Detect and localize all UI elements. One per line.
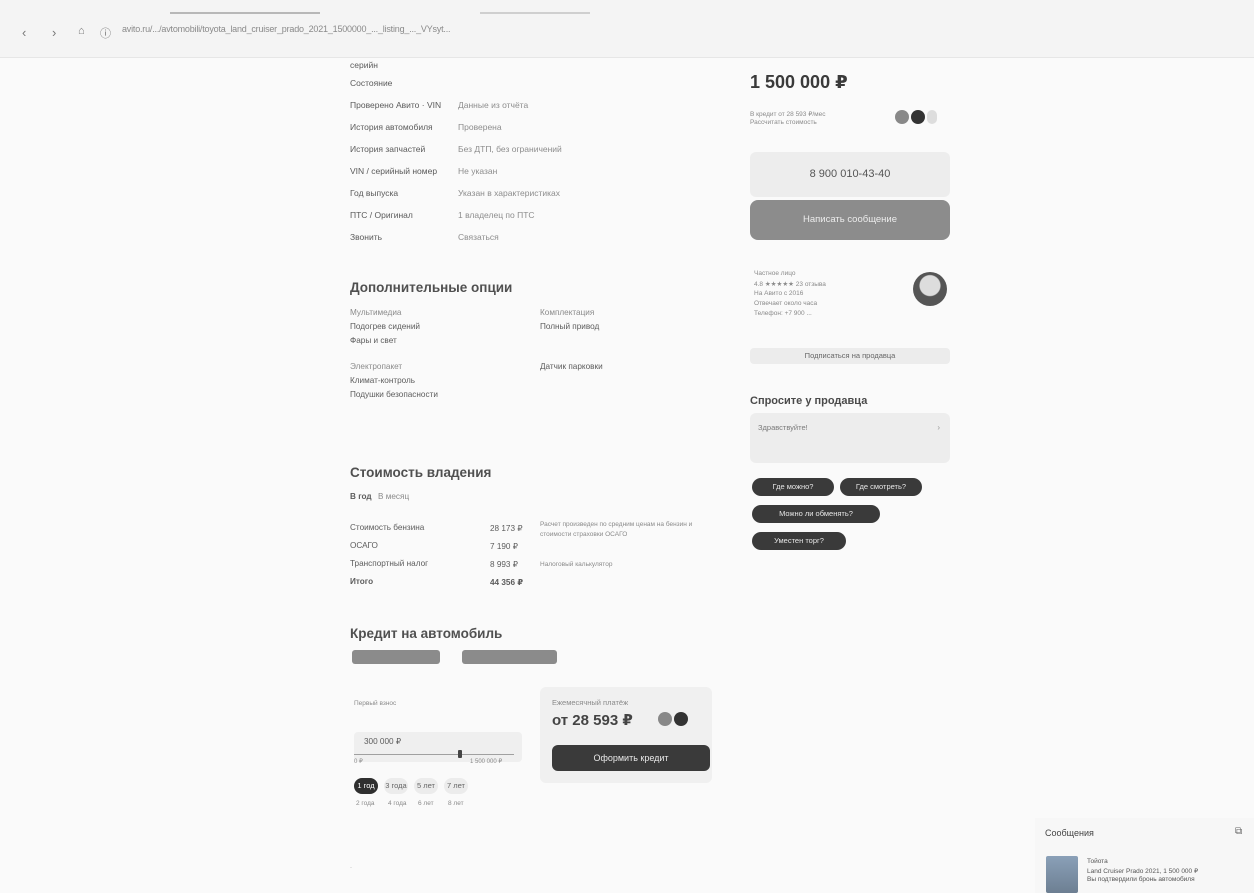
seller-card: Частное лицо 4.8 ★★★★★ 23 отзыва На Авит… (750, 260, 950, 370)
browser-toolbar: ‹ › ⌂ ⓘ avito.ru/.../avtomobili/toyota_l… (0, 0, 1254, 58)
spec-top-label: серийн (350, 60, 378, 70)
ownership-label: Итого (350, 577, 374, 586)
chat-title: Тойота (1087, 858, 1108, 865)
extra-col3-item: Комплектация (540, 308, 595, 317)
home-icon[interactable]: ⌂ (78, 25, 85, 37)
quick-question[interactable]: Можно ли обменять? (752, 505, 880, 523)
bank-logo-icon (911, 110, 925, 124)
ownership-value: 7 190 ₽ (490, 542, 518, 551)
forward-icon[interactable]: › (52, 25, 56, 40)
tax-calculator-link[interactable]: Налоговый калькулятор (540, 561, 612, 568)
ownership-label: Стоимость бензина (350, 523, 425, 532)
credit-offer-card: Ежемесячный платёж от 28 593 ₽ Оформить … (540, 687, 712, 783)
term-pill[interactable]: 1 год (354, 778, 378, 794)
ownership-note: Расчет произведен по средним ценам на бе… (540, 521, 693, 538)
extra-col1-item: Фары и свет (350, 336, 397, 345)
seller-name[interactable]: Частное лицо (754, 270, 796, 277)
listing-price: 1 500 000 ₽ (750, 72, 848, 92)
down-payment-slider[interactable] (354, 754, 514, 755)
spec-row: VIN / серийный номер Не указан (350, 166, 498, 176)
tab-year[interactable]: В год (350, 492, 372, 501)
ownership-heading: Стоимость владения (350, 465, 492, 480)
monthly-payment-label: Ежемесячный платёж (552, 698, 629, 707)
spec-row-call[interactable]: Звонить Связаться (350, 232, 499, 242)
monthly-payment-amount: от 28 593 ₽ (552, 712, 633, 729)
term-pill[interactable]: 5 лет (414, 778, 438, 794)
back-icon[interactable]: ‹ (22, 25, 26, 40)
messages-widget[interactable]: Сообщения ⧉ Тойота Land Cruiser Prado 20… (1035, 818, 1254, 893)
ask-seller-input[interactable]: Здравствуйте! › (750, 413, 950, 463)
site-info-icon[interactable]: ⓘ (100, 25, 111, 41)
seller-avatar[interactable] (913, 272, 947, 306)
ownership-value: 44 356 ₽ (490, 578, 524, 587)
apply-credit-button[interactable]: Оформить кредит (552, 745, 710, 771)
credit-note: В кредит от 28 593 ₽/мес (750, 111, 826, 118)
bank-logos (895, 110, 937, 124)
ownership-label: ОСАГО (350, 541, 378, 550)
ownership-label: Транспортный налог (350, 559, 429, 568)
write-message-button[interactable]: Написать сообщение (750, 200, 950, 240)
quick-question[interactable]: Где можно? (752, 478, 834, 496)
info-icon[interactable] (927, 110, 937, 124)
spec-row: ПТС / Оригинал 1 владелец по ПТС (350, 210, 535, 220)
extra-col2-item: Электропакет (350, 362, 403, 371)
subscribe-seller-button[interactable]: Подписаться на продавца (750, 348, 950, 364)
seller-phone: Телефон: +7 900 ... (754, 310, 812, 317)
send-icon[interactable]: › (937, 423, 940, 432)
seller-rating: 4.8 ★★★★★ 23 отзыва (754, 281, 826, 288)
extra-col1-item: Подогрев сидений (350, 322, 420, 331)
extra-col2-item: Подушки безопасности (350, 390, 438, 399)
spec-row: История автомобиля Проверена (350, 122, 502, 132)
ask-seller-heading: Спросите у продавца (750, 395, 868, 407)
spec-row: Состояние (350, 78, 393, 88)
calc-link[interactable]: Рассчитать стоимость (750, 119, 817, 126)
bank-logo-icon (658, 712, 672, 726)
bank-logo-icon (674, 712, 688, 726)
chat-last-message: Вы подтвердили бронь автомобиля (1087, 876, 1195, 883)
seller-since: На Авито с 2016 (754, 290, 804, 297)
extra-col3-item: Датчик парковки (540, 362, 603, 371)
tab-indicator-secondary (480, 12, 590, 14)
footer-text: · (350, 865, 352, 871)
credit-tag (462, 650, 557, 664)
tab-indicator (170, 12, 320, 14)
extra-options-heading: Дополнительные опции (350, 280, 513, 295)
chat-subtitle: Land Cruiser Prado 2021, 1 500 000 ₽ (1087, 868, 1199, 875)
spec-row: Год выпуска Указан в характеристиках (350, 188, 561, 198)
seller-response: Отвечает около часа (754, 300, 818, 307)
term-label[interactable]: 4 года (388, 800, 407, 807)
bank-logos (658, 712, 688, 726)
slider-min: 0 ₽ (354, 759, 363, 765)
term-label[interactable]: 2 года (356, 800, 375, 807)
extra-col3-item: Полный привод (540, 322, 600, 331)
term-pill[interactable]: 3 года (384, 778, 408, 794)
down-payment-value: 300 000 ₽ (364, 737, 402, 746)
spec-row: История запчастей Без ДТП, без ограничени… (350, 144, 562, 154)
term-pill[interactable]: 7 лет (444, 778, 468, 794)
address-bar[interactable]: avito.ru/.../avtomobili/toyota_land_crui… (122, 24, 1237, 40)
ownership-value: 8 993 ₽ (490, 560, 518, 569)
slider-handle[interactable] (458, 750, 462, 758)
slider-max: 1 500 000 ₽ (470, 759, 503, 765)
extra-col2-item: Климат-контроль (350, 376, 416, 385)
quick-question[interactable]: Где смотреть? (840, 478, 922, 496)
ask-seller-placeholder: Здравствуйте! (758, 423, 808, 432)
quick-question[interactable]: Уместен торг? (752, 532, 846, 550)
chat-car-thumbnail (1046, 856, 1078, 893)
tab-month[interactable]: В месяц (378, 492, 409, 501)
credit-tag (352, 650, 440, 664)
term-label[interactable]: 8 лет (448, 800, 464, 807)
messages-title: Сообщения (1045, 828, 1094, 838)
spec-row: Проверено Авито · VIN Данные из отчёта (350, 100, 529, 110)
phone-number[interactable]: 8 900 010-43-40 (750, 152, 950, 197)
open-external-icon[interactable]: ⧉ (1235, 826, 1242, 837)
ownership-value: 28 173 ₽ (490, 524, 523, 533)
bank-logo-icon (895, 110, 909, 124)
down-payment-label: Первый взнос (354, 700, 397, 707)
extra-col1-item: Мультимедиа (350, 308, 402, 317)
credit-heading: Кредит на автомобиль (350, 626, 503, 641)
term-label[interactable]: 6 лет (418, 800, 434, 807)
